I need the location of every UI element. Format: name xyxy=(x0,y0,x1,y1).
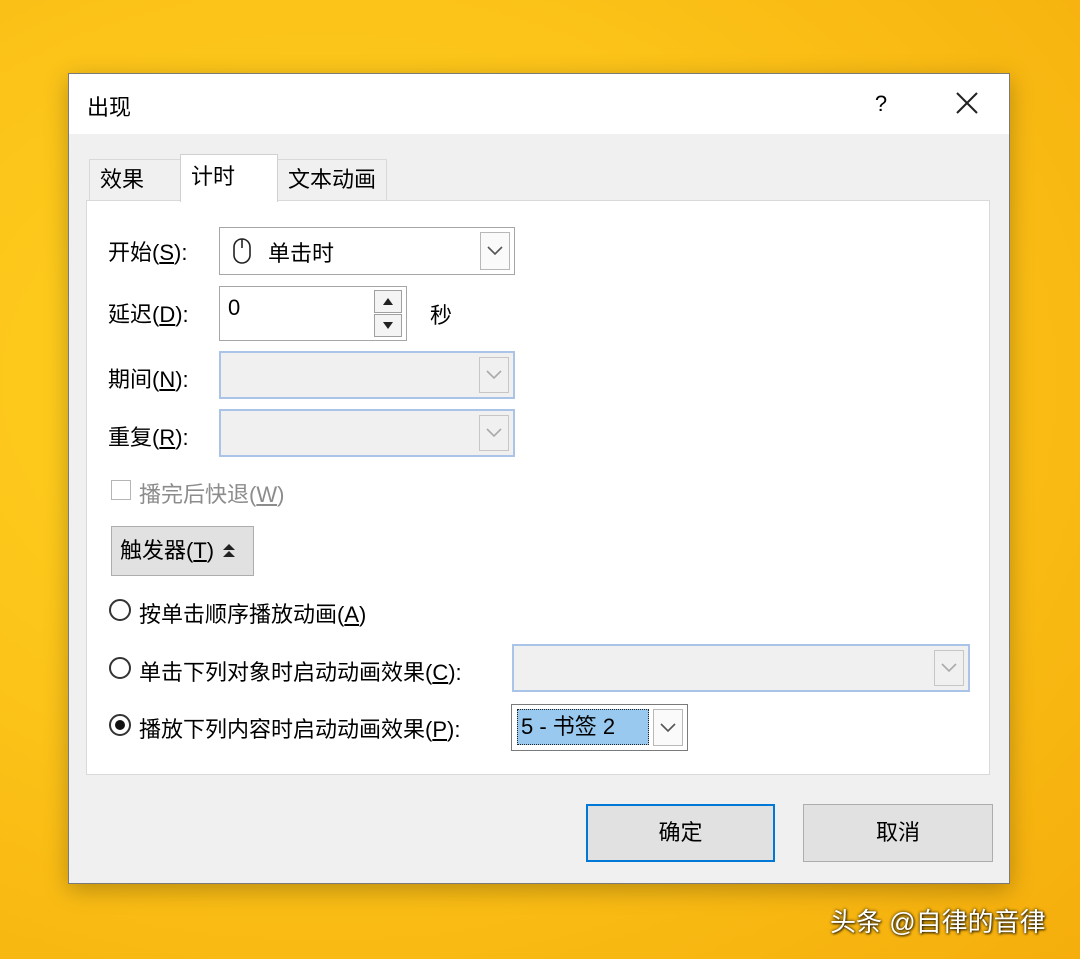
radio-click-sequence-label: 按单击顺序播放动画(A) xyxy=(139,602,367,627)
delay-label: 延迟(D): xyxy=(108,302,189,327)
triggers-button[interactable]: 触发器(T) xyxy=(111,526,254,576)
tab-text-animation[interactable]: 文本动画 xyxy=(277,159,387,201)
chevron-down-icon xyxy=(941,663,957,673)
start-combo[interactable]: 单击时 xyxy=(219,227,515,275)
start-label: 开始(S): xyxy=(108,240,188,265)
radio-on-bookmark-label: 播放下列内容时启动动画效果(P): xyxy=(139,717,461,742)
duration-label: 期间(N): xyxy=(108,367,189,392)
close-button[interactable] xyxy=(945,84,989,124)
trigger-object-combo[interactable] xyxy=(512,644,970,692)
arrow-up-icon xyxy=(383,298,393,305)
bookmark-dropdown-arrow[interactable] xyxy=(653,709,683,746)
cancel-button[interactable]: 取消 xyxy=(803,804,993,862)
title-bar: 出现 ? xyxy=(69,74,1009,134)
tab-timing[interactable]: 计时 xyxy=(180,154,278,202)
repeat-combo[interactable] xyxy=(219,409,515,457)
bookmark-value: 5 - 书签 2 xyxy=(517,709,649,745)
radio-on-click-object-label: 单击下列对象时启动动画效果(C): xyxy=(139,660,462,685)
rewind-checkbox[interactable] xyxy=(111,480,131,500)
radio-on-bookmark[interactable] xyxy=(109,714,131,736)
watermark: 头条 @自律的音律 xyxy=(830,907,1046,937)
rewind-label: 播完后快退(W) xyxy=(139,482,285,507)
start-dropdown-arrow[interactable] xyxy=(480,232,510,270)
collapse-icon xyxy=(223,544,236,557)
chevron-down-icon xyxy=(660,722,676,732)
ok-button[interactable]: 确定 xyxy=(586,804,775,862)
radio-click-sequence[interactable] xyxy=(109,599,131,621)
delay-value: 0 xyxy=(228,295,241,320)
trigger-object-dropdown-arrow[interactable] xyxy=(934,650,964,686)
start-value: 单击时 xyxy=(268,241,335,266)
radio-selected-dot xyxy=(115,720,125,730)
delay-unit: 秒 xyxy=(430,303,453,328)
mouse-icon xyxy=(233,238,251,264)
duration-dropdown-arrow[interactable] xyxy=(479,357,509,393)
arrow-down-icon xyxy=(383,322,393,329)
duration-combo[interactable] xyxy=(219,351,515,399)
delay-up-button[interactable] xyxy=(374,290,402,313)
repeat-label: 重复(R): xyxy=(108,425,189,450)
triggers-label: 触发器(T) xyxy=(120,538,221,563)
chevron-down-icon xyxy=(486,428,502,438)
delay-down-button[interactable] xyxy=(374,314,402,337)
timing-panel: 开始(S): 单击时 延迟(D): 0 秒 期间(N): 重复(R): 播完后快… xyxy=(86,200,990,775)
bookmark-combo[interactable]: 5 - 书签 2 xyxy=(511,704,688,751)
dialog-title: 出现 xyxy=(87,95,132,120)
repeat-dropdown-arrow[interactable] xyxy=(479,415,509,451)
delay-stepper[interactable]: 0 xyxy=(219,286,407,341)
chevron-down-icon xyxy=(487,246,503,256)
radio-on-click-object[interactable] xyxy=(109,657,131,679)
tab-effect[interactable]: 效果 xyxy=(89,159,181,201)
help-button[interactable]: ? xyxy=(869,84,893,124)
close-icon xyxy=(956,92,978,114)
animation-dialog: 出现 ? 效果 计时 文本动画 开始(S): 单击时 延迟(D): 0 秒 期间… xyxy=(68,73,1010,884)
chevron-down-icon xyxy=(486,370,502,380)
